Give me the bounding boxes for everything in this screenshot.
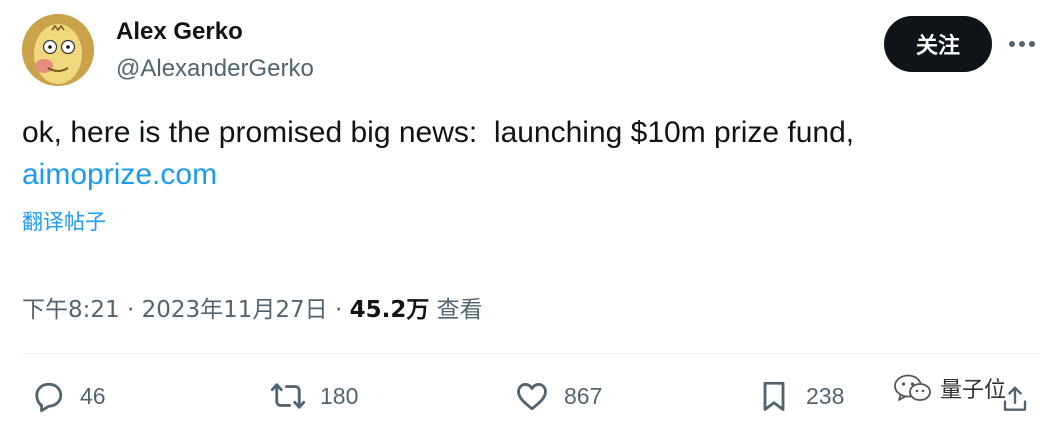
follow-button[interactable]: 关注 (884, 16, 992, 72)
watermark-text: 量子位 (940, 378, 1007, 403)
divider (22, 353, 1040, 354)
more-options-button[interactable] (1004, 32, 1040, 56)
meta-separator: · (327, 297, 350, 323)
like-button[interactable]: 867 (514, 376, 602, 416)
reply-button[interactable]: 46 (30, 376, 106, 416)
wechat-icon (894, 374, 931, 401)
reply-count: 46 (80, 382, 106, 409)
bookmark-count: 238 (806, 382, 845, 409)
author-name[interactable]: Alex Gerko (116, 18, 243, 46)
watermark: 量子位 (892, 372, 1006, 404)
tweet-date[interactable]: 2023年11月27日 (142, 297, 328, 323)
bookmark-button[interactable]: 238 (756, 376, 844, 416)
share-icon (1003, 386, 1027, 411)
reply-icon (35, 382, 63, 413)
meta-separator: · (119, 297, 142, 323)
avatar[interactable] (22, 14, 94, 86)
views-label: 查看 (436, 297, 483, 323)
retweet-button[interactable]: 180 (270, 376, 358, 416)
tweet-time[interactable]: 下午8:21 (22, 297, 120, 323)
avatar-image (22, 14, 94, 86)
more-horizontal-icon (1029, 41, 1035, 47)
author-handle[interactable]: @AlexanderGerko (116, 55, 314, 83)
tweet-meta: 下午8:21 · 2023年11月27日 · 45.2万 查看 (22, 290, 483, 324)
views-count: 45.2万 (349, 297, 430, 323)
bookmark-icon (763, 381, 785, 411)
share-button[interactable] (1000, 384, 1030, 414)
more-horizontal-icon (1009, 41, 1015, 47)
retweet-count: 180 (320, 382, 359, 409)
translate-post-link[interactable]: 翻译帖子 (22, 206, 106, 236)
retweet-icon (270, 383, 306, 409)
heart-icon (517, 383, 547, 411)
tweet-text: ok, here is the promised big news: launc… (22, 116, 855, 149)
like-count: 867 (564, 382, 603, 409)
tweet-link[interactable]: aimoprize.com (22, 158, 217, 192)
more-horizontal-icon (1019, 41, 1025, 47)
